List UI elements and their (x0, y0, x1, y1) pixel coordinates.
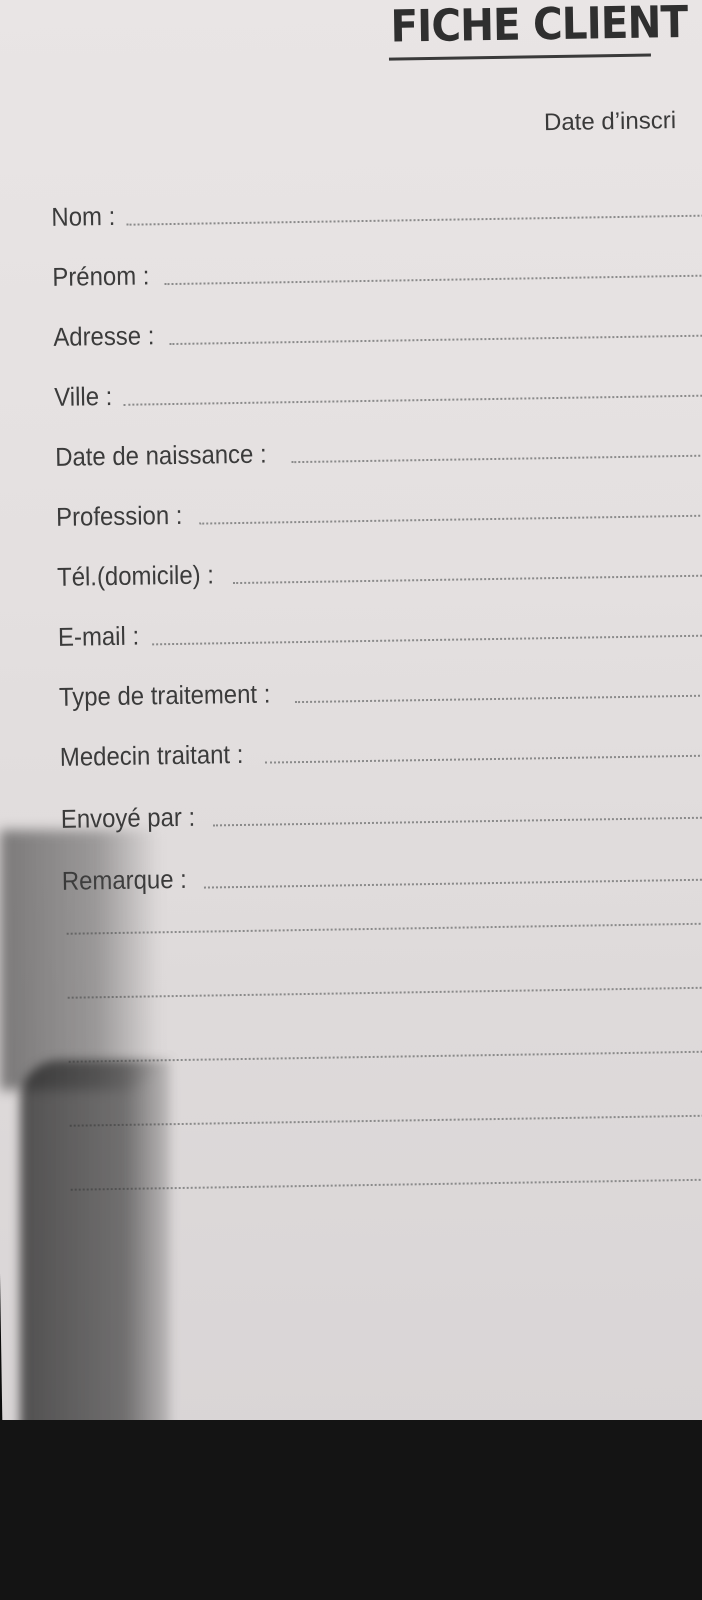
field-dotted-line (233, 573, 702, 585)
field-nom[interactable]: Nom : (51, 186, 702, 233)
field-date-naissance[interactable]: Date de naissance : (55, 426, 702, 473)
field-dotted-line (265, 753, 702, 764)
field-label: Profession : (55, 499, 183, 532)
field-envoye-par[interactable]: Envoyé par : (61, 788, 702, 835)
field-prenom[interactable]: Prénom : (52, 246, 702, 293)
form-title: FICHE CLIENT (390, 0, 688, 53)
photo-scene: FICHE CLIENT Date d’inscri Nom : Prénom … (0, 0, 702, 1600)
field-label: Adresse : (53, 320, 155, 352)
field-label: Date de naissance : (54, 438, 267, 472)
hand-shadow (0, 830, 160, 1090)
field-adresse[interactable]: Adresse : (53, 306, 702, 353)
field-dotted-line (294, 693, 702, 704)
field-label: E-mail : (57, 620, 140, 652)
field-ville[interactable]: Ville : (54, 366, 702, 413)
hand-shadow (20, 1060, 170, 1460)
field-dotted-line (212, 815, 702, 827)
field-dotted-line (291, 453, 702, 464)
dark-background (0, 1420, 702, 1600)
field-dotted-line (152, 633, 702, 646)
field-tel-domicile[interactable]: Tél.(domicile) : (57, 546, 702, 593)
date-inscription-label: Date d’inscri (543, 107, 677, 137)
field-label: Tél.(domicile) : (56, 559, 215, 592)
field-dotted-line (123, 393, 702, 406)
field-dotted-line (163, 273, 702, 286)
field-label: Nom : (51, 200, 116, 232)
field-dotted-line (199, 513, 702, 525)
remark-blank-line[interactable] (67, 985, 702, 999)
field-label: Prénom : (52, 260, 150, 292)
field-label: Type de traitement : (58, 678, 271, 712)
field-dotted-line (126, 213, 702, 226)
field-dotted-line (169, 333, 702, 346)
field-profession[interactable]: Profession : (56, 486, 702, 533)
field-dotted-line (203, 877, 702, 889)
field-email[interactable]: E-mail : (58, 606, 702, 653)
title-underline (388, 53, 651, 61)
field-type-traitement[interactable]: Type de traitement : (59, 666, 702, 713)
field-medecin-traitant[interactable]: Medecin traitant : (60, 726, 702, 773)
field-label: Ville : (54, 380, 113, 412)
field-label: Medecin traitant : (59, 738, 244, 772)
remark-blank-line[interactable] (66, 921, 702, 935)
